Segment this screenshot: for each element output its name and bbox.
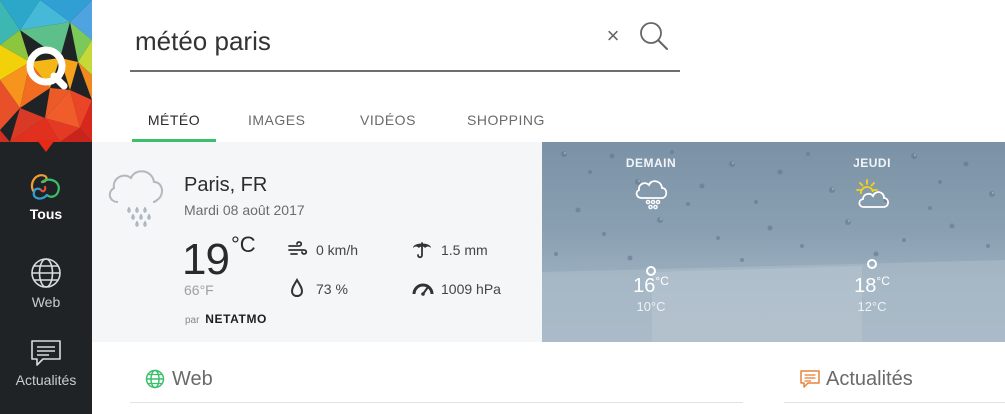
temp-value: 19 — [182, 235, 230, 284]
max-unit: °C — [655, 274, 669, 288]
news-icon — [31, 340, 61, 366]
forecast-day-name: JEUDI — [853, 156, 891, 170]
divider — [784, 402, 1005, 403]
current-weather-card: Paris, FR Mardi 08 août 2017 19°C 66°F 0… — [92, 142, 542, 342]
section-title: Actualités — [826, 368, 913, 390]
tab-videos[interactable]: VIDÉOS — [360, 104, 416, 142]
search-bar: × — [130, 15, 680, 72]
close-icon: × — [606, 23, 620, 48]
droplet-icon — [290, 278, 304, 298]
qwant-logo[interactable] — [0, 0, 92, 142]
search-input[interactable] — [135, 21, 575, 61]
sidebar-item-web[interactable]: Web — [0, 256, 92, 310]
gauge-icon — [412, 283, 434, 296]
sidebar-item-label: Web — [31, 294, 61, 310]
tab-shopping[interactable]: SHOPPING — [467, 104, 545, 142]
sidebar-item-actualites[interactable]: Actualités — [0, 338, 92, 388]
section-title: Web — [172, 368, 213, 390]
search-icon — [640, 22, 668, 50]
tab-label: VIDÉOS — [360, 112, 416, 128]
forecast-max-temp: 16°C — [591, 274, 711, 298]
tab-meteo[interactable]: MÉTÉO — [132, 104, 216, 142]
forecast-min-temp: 12°C — [857, 299, 887, 314]
cloud-rain-icon — [635, 180, 668, 210]
current-temperature: 19°C — [182, 232, 256, 285]
forecast-max-temp: 18°C — [812, 274, 932, 298]
temperature-fahrenheit: 66°F — [184, 282, 214, 298]
forecast-day-name: DEMAIN — [625, 156, 677, 170]
globe-icon — [31, 258, 61, 288]
left-sidebar: Tous Web Actualités — [0, 0, 92, 414]
umbrella-icon — [413, 242, 431, 259]
logo-notch — [37, 140, 55, 152]
forecast-panel: DEMAIN 16°C 10°C JEUDI 18°C 12°C — [542, 142, 1005, 342]
tab-label: IMAGES — [248, 112, 306, 128]
temperature-marker — [867, 259, 877, 269]
tab-label: MÉTÉO — [147, 112, 201, 128]
max-value: 18 — [854, 275, 877, 297]
globe-icon — [145, 369, 165, 389]
pressure-value: 1009 hPa — [441, 281, 501, 297]
forecast-day: DEMAIN 16°C 10°C — [591, 142, 711, 314]
sidebar-item-tous[interactable]: Tous — [0, 170, 92, 222]
weather-source: par NETATMO — [185, 312, 267, 326]
source-prefix: par — [185, 315, 200, 326]
clear-search-button[interactable]: × — [602, 25, 624, 47]
news-icon — [800, 370, 820, 388]
cloud-rain-icon — [108, 170, 163, 227]
sidebar-item-label: Actualités — [15, 372, 77, 388]
forecast-min-temp: 10°C — [636, 299, 666, 314]
max-value: 16 — [633, 275, 656, 297]
humidity-value: 73 % — [316, 281, 348, 297]
qwant-all-icon — [30, 174, 60, 200]
wind-icon — [288, 241, 308, 255]
rain-value: 1.5 mm — [441, 242, 488, 258]
sidebar-item-label: Tous — [29, 206, 63, 222]
weather-city: Paris, FR — [184, 174, 268, 196]
tab-label: SHOPPING — [467, 112, 545, 128]
wind-value: 0 km/h — [316, 242, 359, 258]
temp-unit: °C — [230, 232, 256, 257]
max-unit: °C — [876, 274, 890, 288]
weather-date: Mardi 08 août 2017 — [184, 202, 305, 218]
divider — [130, 402, 743, 403]
source-name[interactable]: NETATMO — [205, 312, 267, 326]
sun-cloud-icon — [856, 179, 890, 208]
forecast-day: JEUDI 18°C 12°C — [812, 142, 932, 314]
tab-images[interactable]: IMAGES — [248, 104, 305, 142]
search-button[interactable] — [638, 20, 670, 52]
